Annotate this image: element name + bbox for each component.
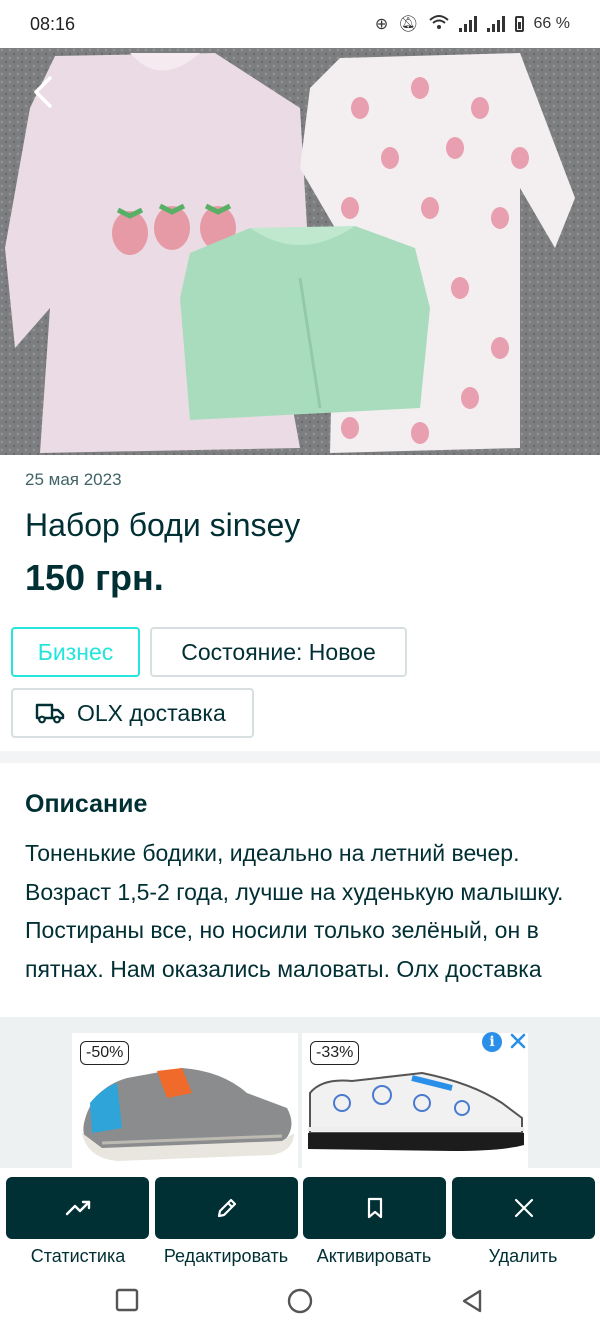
pencil-icon xyxy=(217,1198,236,1218)
section-divider xyxy=(0,751,600,763)
home-icon[interactable] xyxy=(287,1288,313,1314)
trending-up-icon xyxy=(65,1200,90,1216)
photo-illustration xyxy=(0,48,600,455)
edit-label: Редактировать xyxy=(163,1246,289,1266)
wifi-icon xyxy=(428,14,449,35)
back-icon[interactable] xyxy=(26,72,62,112)
description-text: Тоненькие бодики, идеально на летний веч… xyxy=(25,840,564,982)
listing-price: 150 грн. xyxy=(25,557,164,598)
condition-tag: Состояние: Новое xyxy=(150,627,407,677)
delete-label: Удалить xyxy=(488,1246,558,1266)
close-icon xyxy=(514,1198,533,1218)
condition-tag-label: Состояние: Новое xyxy=(181,638,376,665)
sync-icon: ⊕ xyxy=(374,16,389,33)
listing-title: Набор боди sinsey xyxy=(25,507,301,543)
statistics-button[interactable] xyxy=(6,1177,149,1239)
listing-date: 25 мая 2023 xyxy=(25,470,122,489)
truck-icon xyxy=(35,703,65,724)
activate-label: Активировать xyxy=(316,1246,432,1266)
delete-button[interactable] xyxy=(452,1177,595,1239)
status-icons: ⊕ 🔕︎ 66 % xyxy=(375,14,570,35)
description-heading: Описание xyxy=(25,790,148,818)
ad-discount-right: -33% xyxy=(310,1041,360,1065)
battery-level: 66 % xyxy=(533,15,570,32)
battery-icon xyxy=(514,16,524,32)
recents-icon[interactable] xyxy=(115,1288,139,1312)
signal-2-icon xyxy=(486,16,505,32)
ad-product-right[interactable]: -33% xyxy=(302,1033,528,1175)
ad-close-icon[interactable] xyxy=(507,1030,529,1052)
bookmark-icon xyxy=(367,1197,382,1219)
ad-discount-left: -50% xyxy=(80,1041,130,1065)
delivery-tag: OLX доставка xyxy=(11,688,254,738)
info-icon[interactable]: i xyxy=(482,1032,502,1052)
business-tag: Бизнес xyxy=(11,627,140,677)
delivery-tag-label: OLX доставка xyxy=(77,699,226,726)
status-bar: 08:16 ⊕ 🔕︎ 66 % xyxy=(0,0,600,48)
statistics-label: Статистика xyxy=(30,1246,126,1266)
mute-icon: 🔕︎ xyxy=(398,16,419,33)
listing-photo[interactable] xyxy=(0,48,600,455)
activate-button[interactable] xyxy=(303,1177,446,1239)
edit-button[interactable] xyxy=(155,1177,298,1239)
signal-1-icon xyxy=(458,16,477,32)
status-time: 08:16 xyxy=(30,13,76,34)
back-nav-icon[interactable] xyxy=(460,1288,484,1314)
business-tag-label: Бизнес xyxy=(37,638,114,665)
ad-product-left[interactable]: -50% xyxy=(72,1033,298,1175)
